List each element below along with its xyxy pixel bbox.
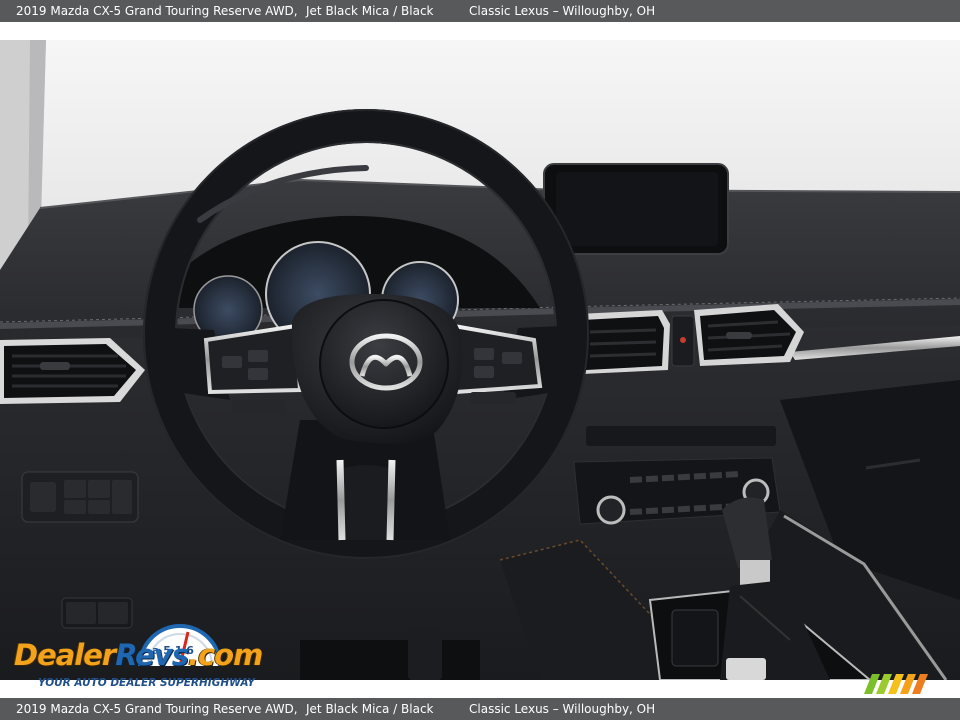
caption-color-bottom: Jet Black Mica / Black: [306, 702, 434, 716]
caption-bar-bottom: 2019 Mazda CX-5 Grand Touring Reserve AW…: [0, 698, 960, 720]
stripes-logo-icon: [864, 674, 928, 694]
brand-suffix: .com: [187, 638, 263, 672]
dealerrevs-watermark: a 5 1 6 DealerRevs.com YOUR AUTO DEALER …: [10, 622, 270, 694]
infotainment-screen: [543, 163, 729, 255]
caption-vehicle-bottom: 2019 Mazda CX-5 Grand Touring Reserve AW…: [16, 702, 298, 716]
caption-dealer-bottom: Classic Lexus – Willoughby, OH: [469, 702, 656, 716]
caption-dealer: Classic Lexus – Willoughby, OH: [469, 4, 656, 18]
caption-vehicle: 2019 Mazda CX-5 Grand Touring Reserve AW…: [16, 4, 298, 18]
brand-part2: Revs: [115, 638, 189, 672]
caption-color: Jet Black Mica / Black: [306, 4, 434, 18]
caption-bar-top: 2019 Mazda CX-5 Grand Touring Reserve AW…: [0, 0, 960, 22]
brand-part1: Dealer: [14, 638, 116, 672]
vehicle-interior-photo: [0, 40, 960, 680]
dealerrevs-tagline: YOUR AUTO DEALER SUPERHIGHWAY: [38, 677, 255, 689]
dealerrevs-logo: DealerRevs.com: [14, 638, 263, 672]
